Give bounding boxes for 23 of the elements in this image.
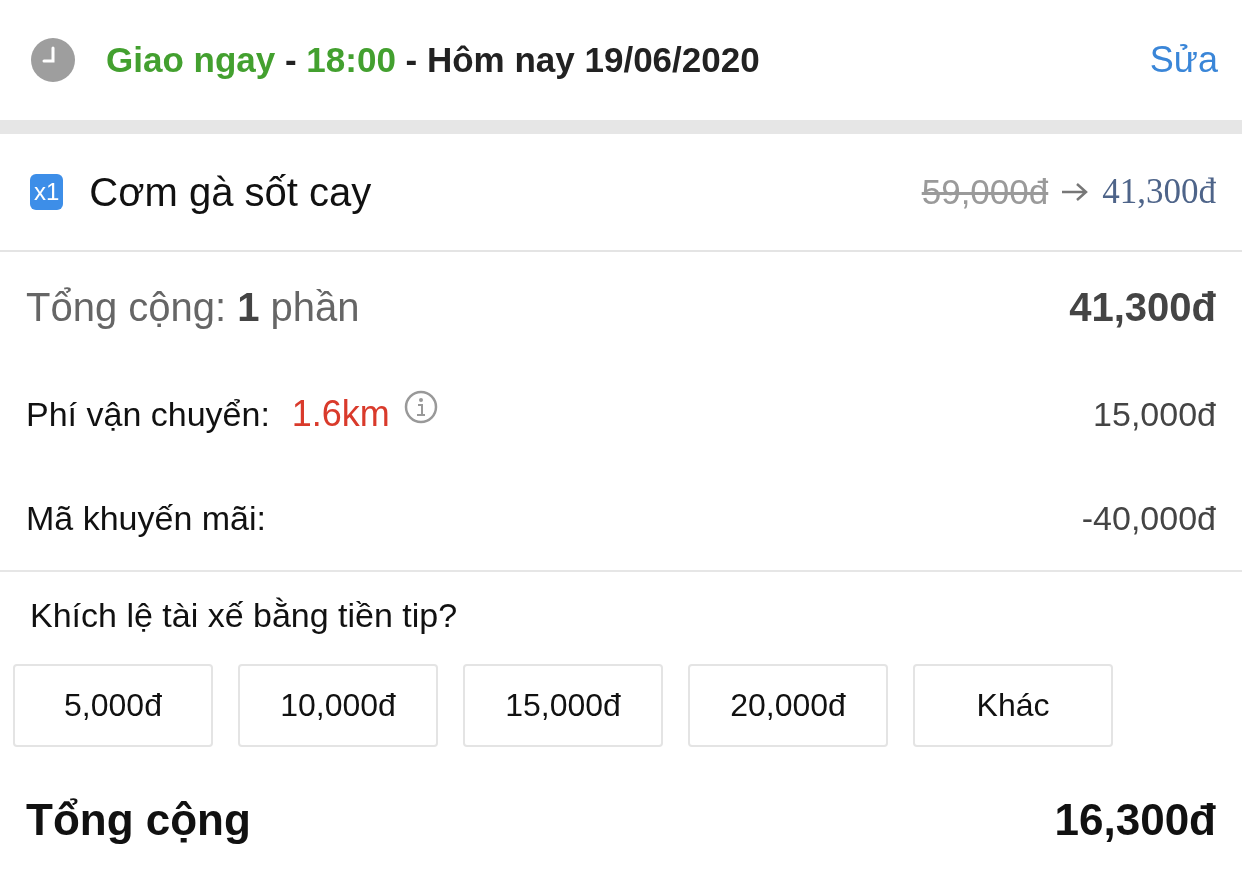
tip-question: Khích lệ tài xế bằng tiền tip? — [29, 595, 459, 636]
item-name: Cơm gà sốt cay — [89, 169, 373, 215]
tip-option-button[interactable]: Khác — [913, 664, 1113, 747]
edit-link[interactable]: Sửa — [1149, 39, 1218, 81]
quantity-badge: x1 — [30, 174, 64, 210]
tip-option-button[interactable]: 5,000đ — [13, 664, 213, 747]
fee-label: Phí vận chuyển: — [26, 394, 270, 434]
info-icon[interactable] — [403, 390, 438, 424]
tip-option-button[interactable]: 20,000đ — [688, 664, 888, 747]
delivery-time: Giao ngay - 18:00 - Hôm nay 19/06/2020 — [106, 40, 761, 80]
discounted-price: 41,300đ — [1102, 172, 1216, 212]
tip-option-button[interactable]: 15,000đ — [463, 664, 663, 747]
total-label: Tổng cộng — [26, 795, 252, 845]
total-value: 16,300đ — [1054, 795, 1216, 845]
fee-value: 15,000đ — [1093, 394, 1216, 434]
fee-label: Mã khuyến mãi: — [26, 498, 266, 538]
original-price: 59,000đ — [921, 172, 1049, 212]
clock-icon — [30, 37, 76, 83]
subtotal-value: 41,300đ — [1069, 284, 1216, 330]
subtotal-label: Tổng cộng: 1 phần — [26, 284, 361, 330]
tip-option-button[interactable]: 10,000đ — [238, 664, 438, 747]
fee-value: -40,000đ — [1081, 498, 1216, 538]
distance: 1.6km — [291, 393, 390, 435]
